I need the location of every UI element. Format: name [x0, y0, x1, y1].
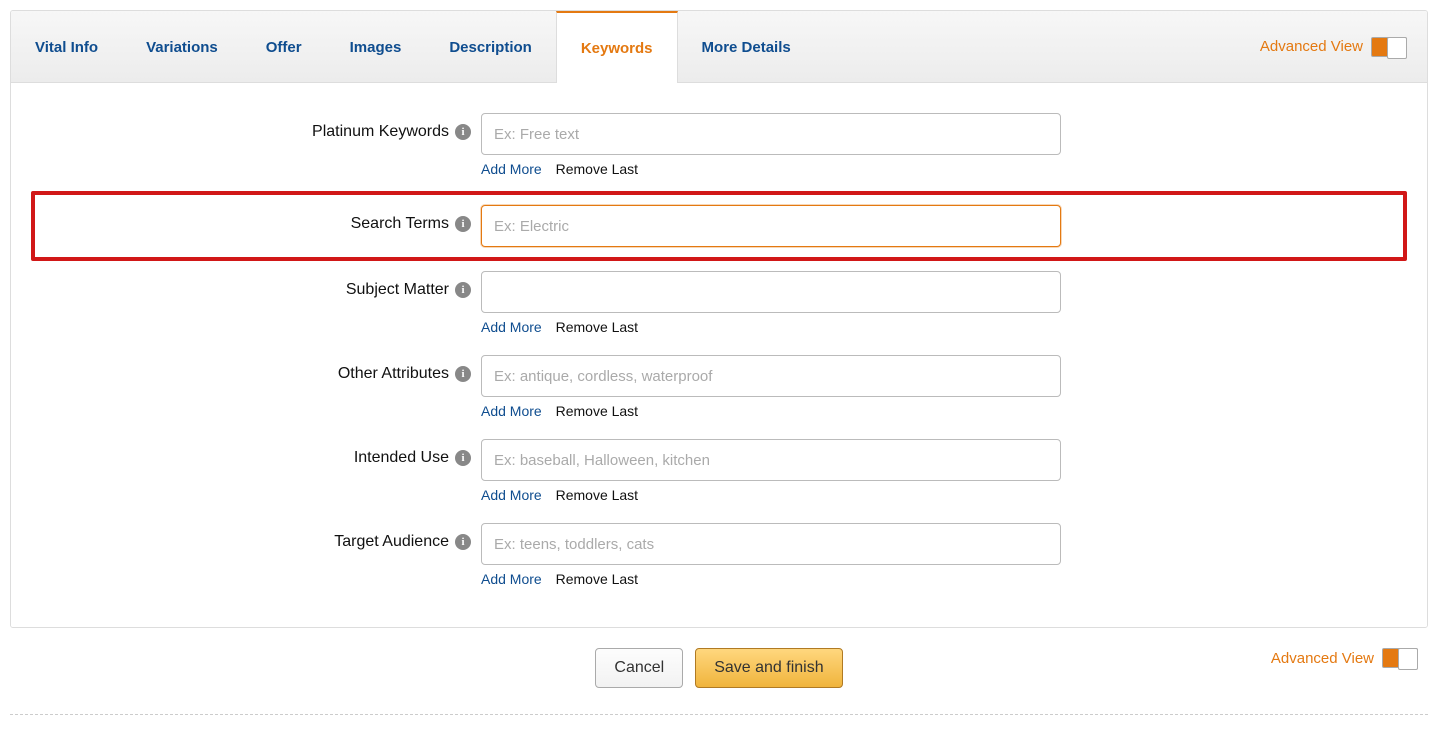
divider: [10, 714, 1428, 715]
links-intended-use: Add More Remove Last: [481, 487, 1061, 503]
label-text: Platinum Keywords: [312, 123, 449, 141]
remove-last-link[interactable]: Remove Last: [556, 403, 638, 419]
tabbar-right: Advanced View: [1240, 11, 1427, 82]
save-button[interactable]: Save and finish: [695, 648, 842, 688]
add-more-link[interactable]: Add More: [481, 571, 542, 587]
info-icon[interactable]: i: [455, 450, 471, 466]
links-subject-matter: Add More Remove Last: [481, 319, 1061, 335]
remove-last-link[interactable]: Remove Last: [556, 571, 638, 587]
tab-images[interactable]: Images: [326, 11, 426, 82]
info-icon[interactable]: i: [455, 124, 471, 140]
links-platinum-keywords: Add More Remove Last: [481, 161, 1061, 177]
advanced-view-toggle[interactable]: [1371, 37, 1407, 57]
info-icon[interactable]: i: [455, 534, 471, 550]
label-target-audience: Target Audience i: [31, 523, 481, 551]
input-col: Add More Remove Last: [481, 355, 1061, 433]
links-other-attributes: Add More Remove Last: [481, 403, 1061, 419]
highlight-search-terms: Search Terms i: [31, 191, 1407, 261]
info-icon[interactable]: i: [455, 282, 471, 298]
remove-last-link[interactable]: Remove Last: [556, 487, 638, 503]
tab-bar: Vital Info Variations Offer Images Descr…: [11, 11, 1427, 83]
add-more-link[interactable]: Add More: [481, 487, 542, 503]
other-attributes-input[interactable]: [481, 355, 1061, 397]
links-target-audience: Add More Remove Last: [481, 571, 1061, 587]
footer: Cancel Save and finish Advanced View: [10, 628, 1428, 694]
label-text: Search Terms: [351, 215, 449, 233]
target-audience-input[interactable]: [481, 523, 1061, 565]
subject-matter-input[interactable]: [481, 271, 1061, 313]
label-text: Other Attributes: [338, 365, 449, 383]
row-other-attributes: Other Attributes i Add More Remove Last: [31, 355, 1407, 433]
input-col: [481, 205, 1061, 247]
tab-more-details[interactable]: More Details: [678, 11, 815, 82]
intended-use-input[interactable]: [481, 439, 1061, 481]
add-more-link[interactable]: Add More: [481, 161, 542, 177]
info-icon[interactable]: i: [455, 366, 471, 382]
advanced-view-toggle-footer[interactable]: [1382, 648, 1418, 668]
label-text: Target Audience: [334, 533, 449, 551]
tab-keywords[interactable]: Keywords: [556, 11, 678, 83]
footer-right: Advanced View: [1271, 648, 1418, 668]
row-search-terms: Search Terms i: [43, 205, 1395, 247]
row-subject-matter: Subject Matter i Add More Remove Last: [31, 271, 1407, 349]
tab-variations[interactable]: Variations: [122, 11, 242, 82]
advanced-view-label-footer[interactable]: Advanced View: [1271, 650, 1374, 667]
info-icon[interactable]: i: [455, 216, 471, 232]
remove-last-link[interactable]: Remove Last: [556, 319, 638, 335]
advanced-view-label[interactable]: Advanced View: [1260, 38, 1363, 55]
label-text: Subject Matter: [346, 281, 449, 299]
label-subject-matter: Subject Matter i: [31, 271, 481, 299]
tab-offer[interactable]: Offer: [242, 11, 326, 82]
remove-last-link[interactable]: Remove Last: [556, 161, 638, 177]
add-more-link[interactable]: Add More: [481, 403, 542, 419]
label-text: Intended Use: [354, 449, 449, 467]
add-more-link[interactable]: Add More: [481, 319, 542, 335]
search-terms-input[interactable]: [481, 205, 1061, 247]
input-col: Add More Remove Last: [481, 271, 1061, 349]
tab-description[interactable]: Description: [425, 11, 556, 82]
cancel-button[interactable]: Cancel: [595, 648, 683, 688]
input-col: Add More Remove Last: [481, 523, 1061, 601]
label-other-attributes: Other Attributes i: [31, 355, 481, 383]
platinum-keywords-input[interactable]: [481, 113, 1061, 155]
editor-panel: Vital Info Variations Offer Images Descr…: [10, 10, 1428, 628]
form-area: Platinum Keywords i Add More Remove Last…: [11, 83, 1427, 627]
label-search-terms: Search Terms i: [43, 205, 481, 233]
input-col: Add More Remove Last: [481, 113, 1061, 191]
label-platinum-keywords: Platinum Keywords i: [31, 113, 481, 141]
row-platinum-keywords: Platinum Keywords i Add More Remove Last: [31, 113, 1407, 191]
footer-buttons: Cancel Save and finish: [595, 648, 842, 688]
label-intended-use: Intended Use i: [31, 439, 481, 467]
input-col: Add More Remove Last: [481, 439, 1061, 517]
row-intended-use: Intended Use i Add More Remove Last: [31, 439, 1407, 517]
tab-vital-info[interactable]: Vital Info: [11, 11, 122, 82]
row-target-audience: Target Audience i Add More Remove Last: [31, 523, 1407, 601]
